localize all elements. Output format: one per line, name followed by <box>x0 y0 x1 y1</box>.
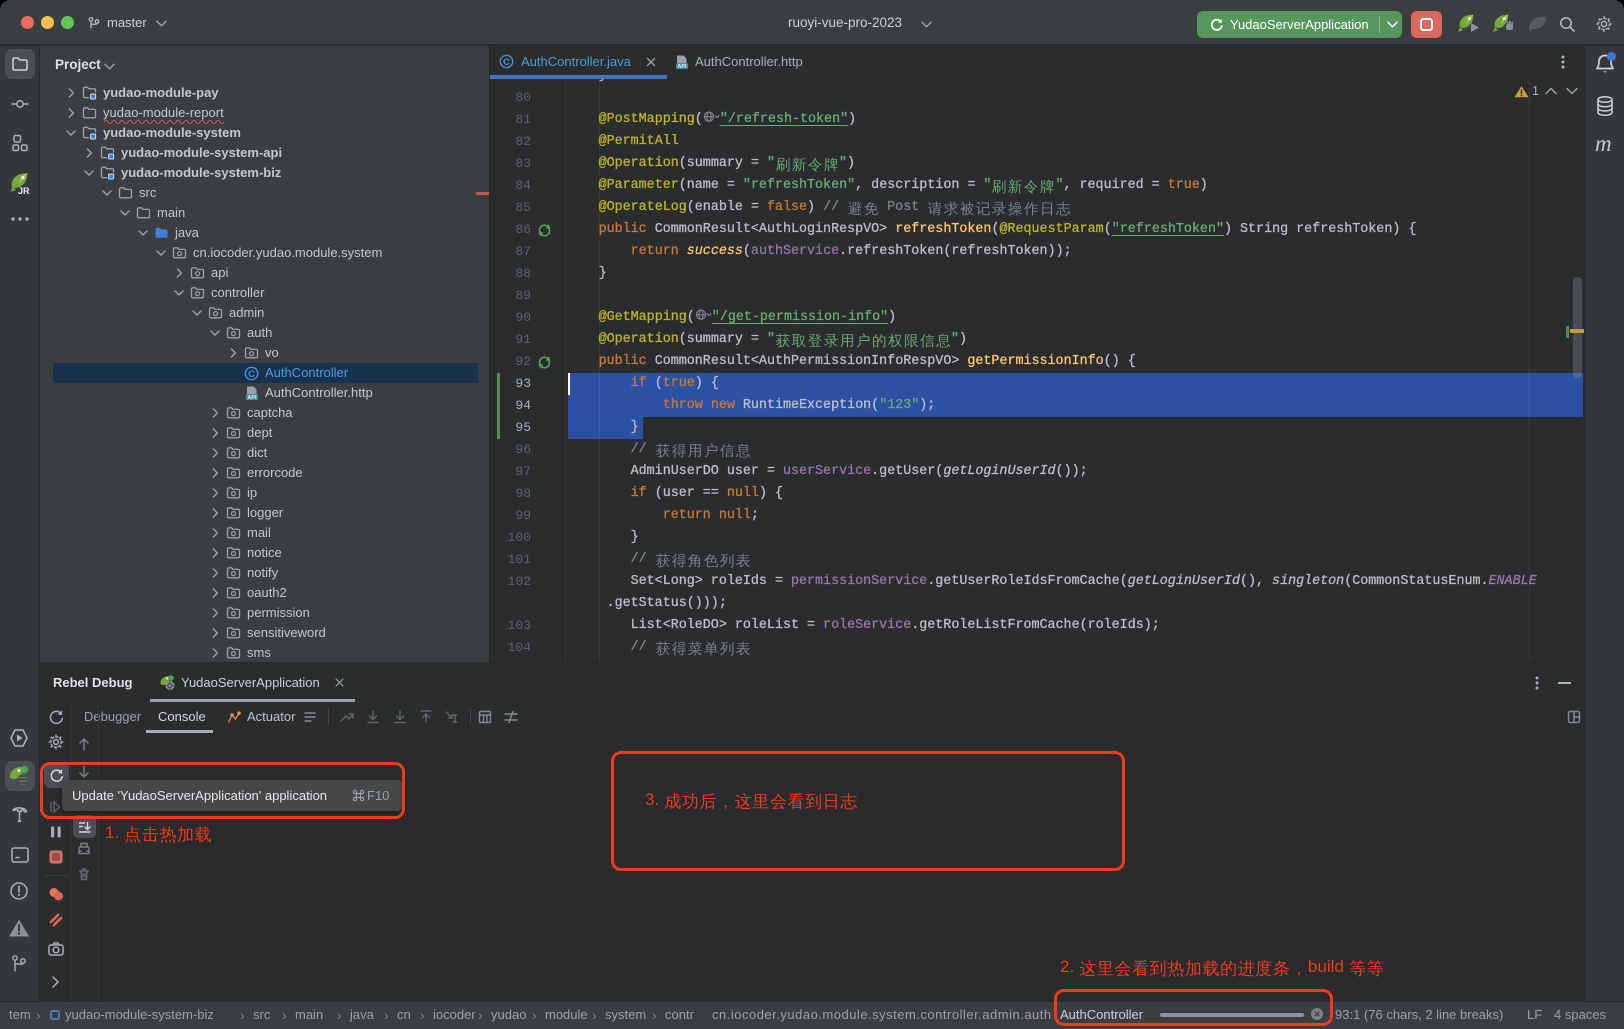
svg-text:C: C <box>248 369 255 380</box>
svg-text:API: API <box>247 395 257 401</box>
svg-text:API: API <box>677 64 687 70</box>
svg-text:C: C <box>503 57 510 68</box>
svg-text:JR: JR <box>18 186 30 196</box>
